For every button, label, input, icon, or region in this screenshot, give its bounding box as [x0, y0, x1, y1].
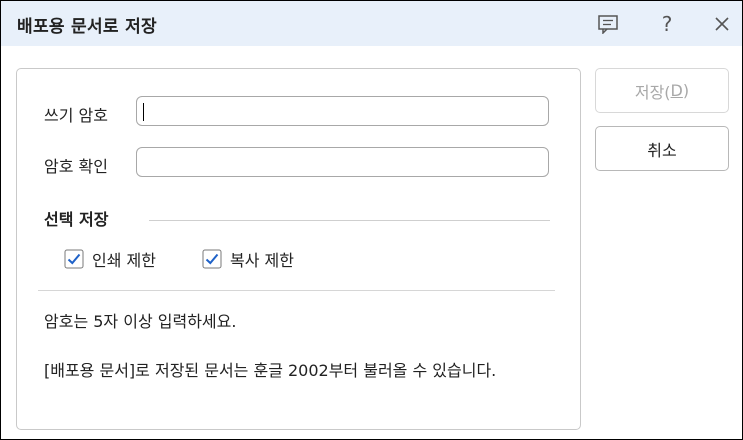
settings-panel: 쓰기 암호 암호 확인 선택 저장 인쇄 제한 복사 제한 암호는 5자 이상 …	[16, 68, 581, 430]
text-caret	[143, 103, 144, 121]
compatibility-note-text: [배포용 문서]로 저장된 문서는 훈글 2002부터 불러올 수 있습니다.	[44, 361, 497, 380]
info-divider	[38, 290, 555, 291]
save-button-mnemonic: D	[670, 81, 683, 100]
confirm-password-label: 암호 확인	[44, 157, 108, 176]
write-password-field[interactable]	[136, 96, 549, 126]
password-hint-text: 암호는 5자 이상 입력하세요.	[44, 312, 237, 331]
cancel-button[interactable]: 취소	[595, 126, 729, 171]
print-limit-label: 인쇄 제한	[92, 251, 156, 270]
checkmark-icon	[202, 249, 222, 269]
title-bar[interactable]: 배포용 문서로 저장 ?	[1, 1, 742, 46]
copy-limit-checkbox[interactable]: 복사 제한	[202, 247, 294, 271]
copy-limit-label: 복사 제한	[230, 251, 294, 270]
options-section-title: 선택 저장	[44, 210, 109, 229]
write-password-label: 쓰기 암호	[44, 106, 108, 125]
section-divider	[149, 220, 550, 221]
help-button[interactable]: ?	[652, 9, 682, 39]
save-button[interactable]: 저장(D)	[595, 68, 729, 113]
comment-button[interactable]	[593, 9, 623, 39]
save-as-distribution-dialog: 배포용 문서로 저장 ? 쓰기 암호 암호 확인 선택 저장 인쇄 제한 복사 …	[0, 0, 743, 440]
save-button-suffix: )	[682, 81, 690, 100]
help-icon: ?	[661, 12, 673, 36]
print-limit-checkbox[interactable]: 인쇄 제한	[64, 247, 156, 271]
save-button-prefix: 저장(	[634, 82, 671, 102]
checkmark-icon	[64, 249, 84, 269]
confirm-password-field[interactable]	[136, 147, 549, 177]
dialog-title: 배포용 문서로 저장	[17, 17, 157, 37]
close-button[interactable]	[707, 9, 737, 39]
comment-icon	[598, 15, 618, 34]
close-icon	[715, 17, 729, 31]
